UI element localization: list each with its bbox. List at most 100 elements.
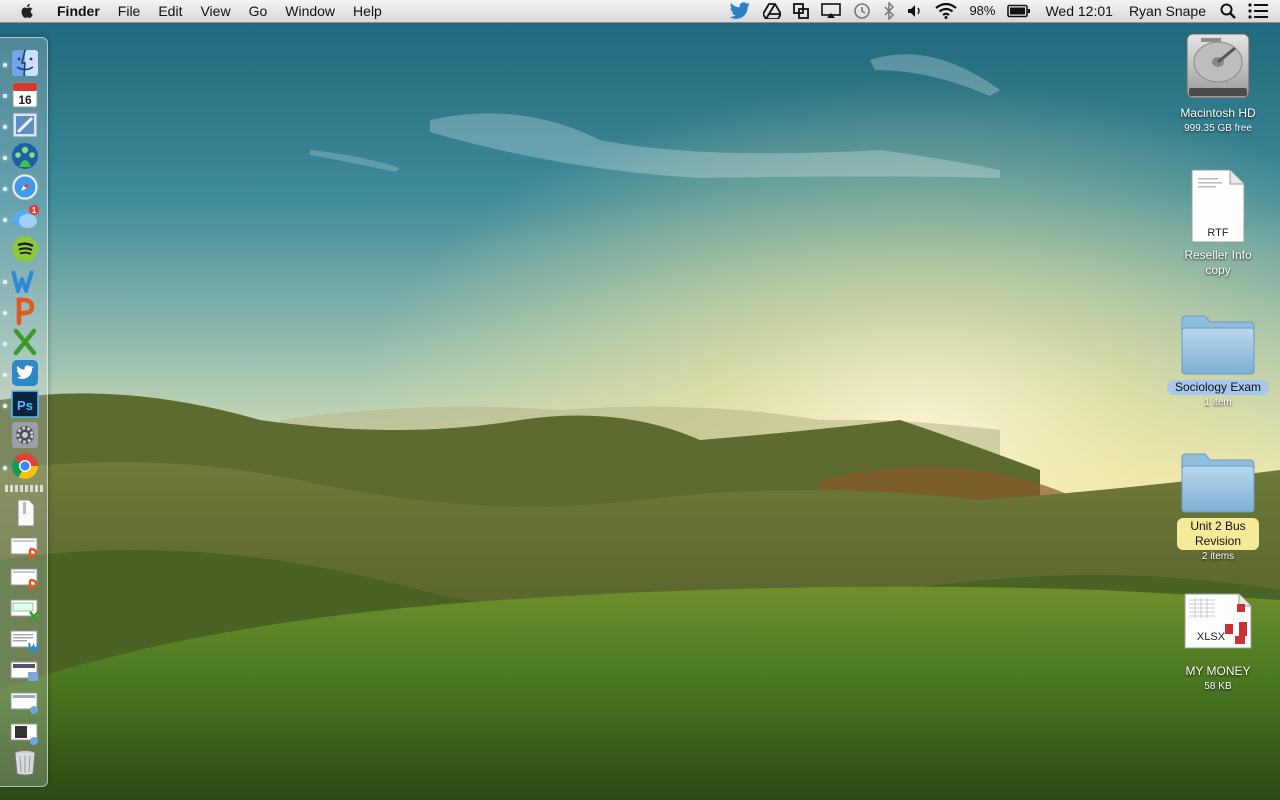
chrome-icon	[11, 453, 39, 480]
apple-menu-icon[interactable]	[18, 2, 36, 20]
running-indicator	[3, 373, 7, 377]
menu-file[interactable]: File	[109, 0, 150, 22]
running-indicator	[3, 404, 7, 408]
menu-view[interactable]: View	[191, 0, 239, 22]
time-machine-icon[interactable]	[847, 0, 877, 22]
powerpoint-icon	[16, 297, 35, 326]
word-icon	[11, 270, 34, 293]
desktop-item-macintosh-hd[interactable]: Macintosh HD 999.35 GB free	[1153, 30, 1280, 135]
twitter-bird-icon	[12, 360, 38, 386]
battery-percentage[interactable]: 98%	[963, 0, 1001, 22]
desktop-item-label: Reseller Info copy	[1184, 248, 1252, 277]
window-thumbnail-icon	[10, 723, 38, 745]
dock-spotify[interactable]	[10, 234, 40, 264]
folder-icon	[1181, 315, 1255, 375]
preview-icon	[12, 112, 38, 138]
desktop-item-label: Macintosh HD	[1180, 106, 1256, 120]
messages-icon: 1	[12, 205, 39, 228]
dock-minimized-powerpoint-2[interactable]	[10, 562, 40, 592]
wifi-icon[interactable]	[929, 0, 963, 22]
airplay-icon[interactable]	[815, 0, 847, 22]
dock-minimized-window-1[interactable]	[10, 655, 40, 685]
dock-photoshop[interactable]: Ps	[10, 389, 40, 419]
running-indicator	[3, 342, 7, 346]
dock-finder[interactable]	[10, 48, 40, 78]
running-indicator	[3, 63, 7, 67]
menu-go[interactable]: Go	[240, 0, 277, 22]
running-indicator	[3, 280, 7, 284]
user-name-menu[interactable]: Ryan Snape	[1121, 0, 1214, 22]
dock-excel[interactable]	[10, 327, 40, 357]
window-thumbnail-icon	[10, 692, 38, 714]
dock-minimized-powerpoint-1[interactable]	[10, 531, 40, 561]
menu-clock[interactable]: Wed 12:01	[1037, 0, 1120, 22]
window-thumbnail-icon	[10, 661, 38, 681]
calendar-day-label: 16	[18, 93, 32, 107]
safari-icon	[11, 173, 39, 201]
rtf-document-icon: RTF	[1191, 169, 1245, 243]
dock-powerpoint[interactable]	[10, 296, 40, 326]
battery-icon[interactable]	[1001, 0, 1037, 22]
desktop-item-unit-2-bus-revision[interactable]: Unit 2 Bus Revision 2 items	[1153, 450, 1280, 563]
volume-icon[interactable]	[901, 0, 929, 22]
calendar-icon: 16	[12, 82, 38, 108]
menu-extras: 98% Wed 12:01 Ryan Snape	[723, 0, 1280, 22]
spotify-icon	[12, 236, 38, 262]
menu-help[interactable]: Help	[344, 0, 391, 22]
dock-minimized-excel[interactable]	[10, 593, 40, 623]
dock-minimized-window-3[interactable]	[10, 717, 40, 747]
running-indicator	[3, 125, 7, 129]
copy-sync-icon[interactable]	[787, 0, 815, 22]
desktop-wallpaper	[0, 0, 1280, 800]
powerpoint-window-thumbnail-icon	[10, 537, 38, 559]
xlsx-spreadsheet-icon: XLSX	[1184, 593, 1252, 649]
dock-minimized-window-2[interactable]	[10, 686, 40, 716]
dock: 16 1 Ps	[0, 37, 48, 787]
desktop-item-label: Sociology Exam	[1166, 380, 1270, 395]
messages-badge-count: 1	[32, 206, 37, 215]
dock-word[interactable]	[10, 265, 40, 295]
desktop-item-info: 1 item	[1204, 397, 1232, 408]
excel-window-thumbnail-icon	[10, 599, 39, 622]
running-indicator	[3, 187, 7, 191]
dock-calendar[interactable]: 16	[10, 79, 40, 109]
dock-minimized-word[interactable]	[10, 624, 40, 654]
desktop-item-info: 999.35 GB free	[1184, 123, 1252, 134]
desktop-item-sociology-exam[interactable]: Sociology Exam 1 item	[1153, 312, 1280, 409]
dock-chrome[interactable]	[10, 451, 40, 481]
finder-icon	[12, 49, 38, 77]
notification-center-icon[interactable]	[1242, 0, 1280, 22]
dock-safari[interactable]	[10, 172, 40, 202]
menu-window[interactable]: Window	[276, 0, 344, 22]
running-indicator	[3, 156, 7, 160]
dock-system-preferences[interactable]	[10, 420, 40, 450]
dock-preview[interactable]	[10, 110, 40, 140]
bluetooth-icon[interactable]	[877, 0, 901, 22]
desktop-item-info: 58 KB	[1204, 681, 1232, 692]
excel-icon	[13, 328, 37, 356]
spotlight-search-icon[interactable]	[1214, 0, 1242, 22]
file-type-badge: RTF	[1207, 227, 1228, 239]
running-indicator	[3, 311, 7, 315]
desktop-item-reseller-info-copy[interactable]: RTF Reseller Info copy	[1153, 168, 1280, 279]
menu-finder[interactable]: Finder	[48, 0, 109, 22]
folder-icon	[1181, 453, 1255, 513]
desktop-item-label: Unit 2 Bus Revision	[1177, 518, 1259, 550]
dock-twitter[interactable]	[10, 358, 40, 388]
menu-edit[interactable]: Edit	[149, 0, 191, 22]
dock-separator	[5, 485, 43, 492]
twitter-icon[interactable]	[723, 0, 757, 22]
dock-messages[interactable]: 1	[10, 203, 40, 233]
dock-trash[interactable]	[10, 747, 40, 777]
document-icon	[17, 499, 35, 527]
running-indicator	[3, 94, 7, 98]
photoshop-label: Ps	[17, 398, 33, 413]
trash-icon	[14, 750, 36, 776]
desktop-item-my-money[interactable]: XLSX MY MONEY 58 KB	[1153, 590, 1280, 693]
dock-network-app[interactable]	[10, 141, 40, 171]
desktop-item-info: 2 items	[1201, 551, 1235, 562]
gear-icon	[12, 422, 38, 448]
desktop-item-label: MY MONEY	[1185, 664, 1251, 678]
dock-document-zip[interactable]	[10, 498, 40, 528]
google-drive-icon[interactable]	[757, 0, 787, 22]
